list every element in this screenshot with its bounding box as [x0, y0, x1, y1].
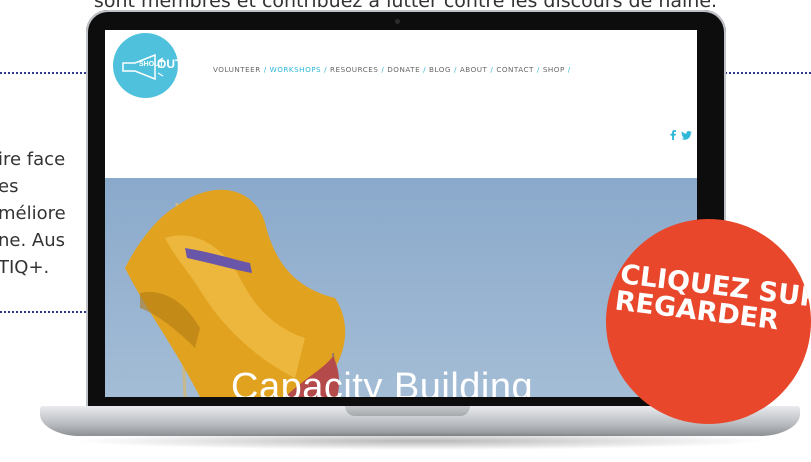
nav-item-about[interactable]: ABOUT [460, 65, 488, 74]
social-links [670, 130, 692, 141]
logo-text-big: OUT [157, 57, 183, 71]
nav-item-blog[interactable]: BLOG [429, 65, 451, 74]
background-text-left: ire face es méliore ne. Aus TIQ+. [0, 149, 66, 278]
facebook-icon[interactable] [670, 130, 677, 141]
nav-item-contact[interactable]: CONTACT [496, 65, 534, 74]
flag-image [125, 189, 346, 397]
main-nav: VOLUNTEER / WORKSHOPS / RESOURCES / DONATE / BLO… [213, 65, 571, 74]
hero-title: Capacity Building [231, 366, 534, 397]
nav-item-resources[interactable]: RESOURCES [330, 65, 378, 74]
site-logo[interactable]: SHOUT OUT [113, 33, 182, 98]
twitter-icon[interactable] [681, 130, 692, 140]
camera-icon [395, 19, 400, 24]
laptop-notch [345, 406, 470, 416]
laptop-shadow [70, 432, 770, 450]
dotted-divider [716, 72, 811, 74]
nav-item-workshops[interactable]: WORKSHOPS [270, 65, 322, 74]
hero-banner: Capacity Building [105, 178, 697, 397]
dotted-divider [0, 72, 90, 74]
nav-item-donate[interactable]: DONATE [387, 65, 420, 74]
watch-cta-button[interactable]: CLIQUEZ SUR REGARDER [606, 219, 811, 424]
nav-item-volunteer[interactable]: VOLUNTEER [213, 65, 261, 74]
cta-label: CLIQUEZ SUR REGARDER [613, 259, 811, 337]
dotted-divider [0, 311, 90, 313]
nav-item-shop[interactable]: SHOP [543, 65, 565, 74]
